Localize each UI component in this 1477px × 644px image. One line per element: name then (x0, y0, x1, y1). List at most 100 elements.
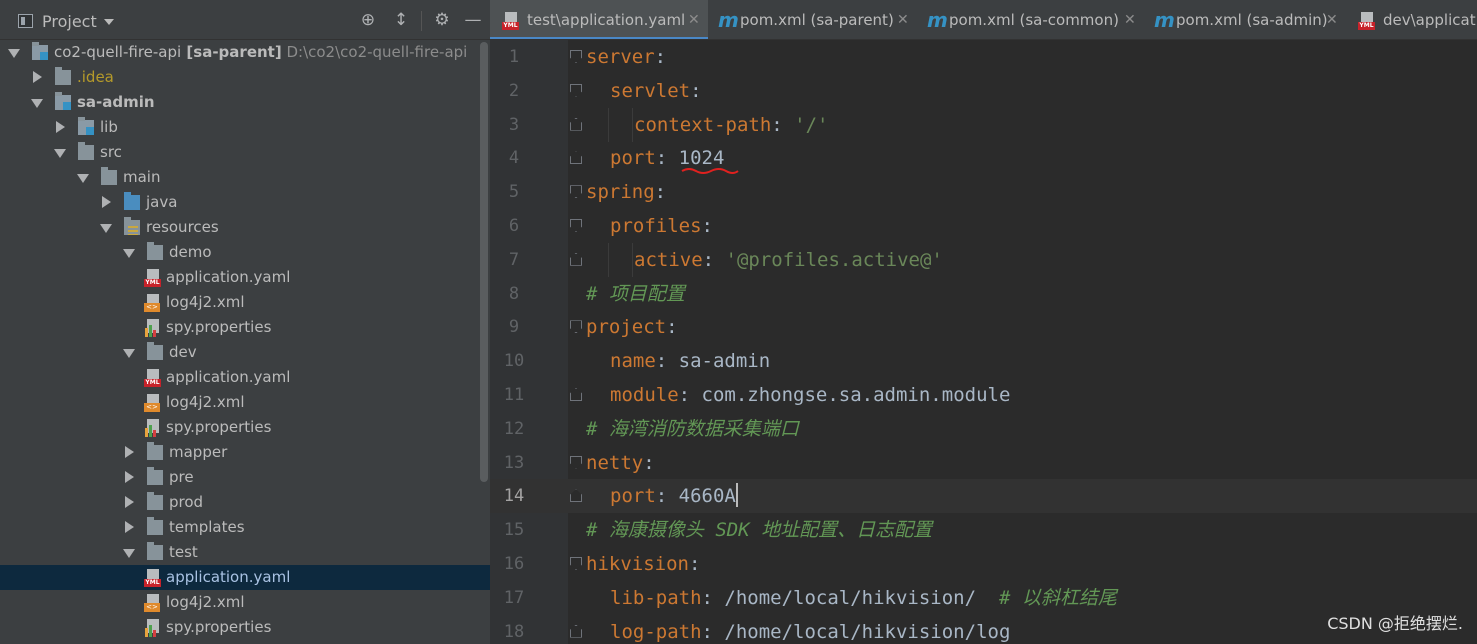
tree-node[interactable]: spy.properties (0, 615, 490, 640)
code-line[interactable]: 9 project: (490, 310, 1477, 344)
fold-open-icon[interactable] (570, 320, 582, 334)
tree-node-label: lib (100, 118, 118, 136)
expand-arrow-icon[interactable] (123, 549, 135, 558)
tree-scrollbar[interactable] (480, 42, 488, 482)
tree-node[interactable]: src (0, 140, 490, 165)
code-line[interactable]: 11 module: com.zhongse.sa.admin.module (490, 378, 1477, 412)
project-icon (18, 14, 33, 28)
editor-tab[interactable]: YML test\application.yaml ✕ (490, 0, 708, 39)
tree-node[interactable]: <> log4j2.xml (0, 390, 490, 415)
tree-node[interactable]: spy.properties (0, 315, 490, 340)
tree-node[interactable]: dev (0, 340, 490, 365)
tree-node[interactable]: prod (0, 490, 490, 515)
tree-node[interactable]: spy.properties (0, 415, 490, 440)
collapse-arrow-icon[interactable] (102, 196, 111, 208)
expand-arrow-icon[interactable] (123, 349, 135, 358)
fold-end-icon[interactable] (570, 117, 582, 131)
code-line[interactable]: 6 profiles: (490, 209, 1477, 243)
collapse-arrow-icon[interactable] (125, 471, 134, 483)
fold-end-icon[interactable] (570, 252, 582, 266)
tree-node[interactable]: <> log4j2.xml (0, 590, 490, 615)
editor-tab[interactable]: m pom.xml (sa-common) ✕ (917, 0, 1144, 39)
project-tree[interactable]: co2-quell-fire-api [sa-parent] D:\co2\co… (0, 40, 490, 644)
tree-node[interactable]: .idea (0, 65, 490, 90)
project-view-selector[interactable]: Project (42, 12, 97, 31)
close-icon[interactable]: ✕ (1326, 0, 1338, 39)
close-icon[interactable]: ✕ (1124, 0, 1136, 39)
code-line[interactable]: 8 # 项目配置 (490, 277, 1477, 311)
tree-node[interactable]: java (0, 190, 490, 215)
gear-icon[interactable]: ⚙ (433, 11, 451, 29)
tree-node[interactable]: <> log4j2.xml (0, 290, 490, 315)
close-icon[interactable]: ✕ (688, 0, 700, 39)
tree-node[interactable]: sa-admin (0, 90, 490, 115)
tree-node-label: templates (169, 518, 245, 536)
fold-open-icon[interactable] (570, 557, 582, 570)
yaml-key: netty (586, 451, 644, 474)
tree-node[interactable]: YML application.yaml (0, 365, 490, 390)
line-number: 17 (503, 587, 525, 608)
indent-guide (632, 107, 633, 142)
tree-node[interactable]: demo (0, 240, 490, 265)
fold-open-icon[interactable] (570, 185, 582, 199)
code-line[interactable]: 13 netty: (490, 446, 1477, 480)
collapse-icon[interactable]: ↕ (392, 11, 410, 29)
project-tool-window: Project ⊕ ↕ ⚙ — co2-quell-fire-api [sa-p… (0, 0, 490, 644)
fold-end-icon[interactable] (570, 388, 582, 401)
expand-arrow-icon[interactable] (123, 249, 135, 258)
java-folder-icon (124, 192, 140, 210)
collapse-arrow-icon[interactable] (125, 521, 134, 533)
tree-node[interactable]: mapper (0, 440, 490, 465)
fold-open-icon[interactable] (570, 219, 582, 232)
fold-open-icon[interactable] (570, 455, 582, 469)
tree-node[interactable]: test (0, 540, 490, 565)
code-text: server: (586, 40, 666, 74)
close-icon[interactable]: ✕ (897, 0, 909, 39)
editor-tab[interactable]: m pom.xml (sa-parent) ✕ (708, 0, 917, 39)
code-line[interactable]: 16 hikvision: (490, 547, 1477, 581)
tree-node[interactable]: templates (0, 515, 490, 540)
collapse-arrow-icon[interactable] (125, 446, 134, 458)
code-line[interactable]: 14 port: 4660A (490, 479, 1477, 514)
fold-end-icon[interactable] (570, 151, 582, 165)
expand-arrow-icon[interactable] (100, 224, 112, 233)
code-line[interactable]: 5 spring: (490, 175, 1477, 209)
minimize-icon[interactable]: — (464, 11, 482, 29)
collapse-arrow-icon[interactable] (56, 121, 65, 133)
code-line[interactable]: 10 name: sa-admin (490, 344, 1477, 378)
fold-open-icon[interactable] (570, 50, 582, 63)
fold-open-icon[interactable] (570, 83, 582, 97)
editor-tab[interactable]: m pom.xml (sa-admin) ✕ (1144, 0, 1346, 39)
fold-end-icon[interactable] (570, 624, 582, 638)
tree-node-label: spy.properties (166, 618, 272, 636)
code-line[interactable]: 1 server: (490, 40, 1477, 74)
code-line[interactable]: 3 context-path: '/' (490, 107, 1477, 142)
code-text: context-path: '/' (634, 108, 829, 142)
expand-arrow-icon[interactable] (31, 99, 43, 108)
code-line[interactable]: 7 active: '@profiles.active@' (490, 242, 1477, 277)
code-line[interactable]: 15 # 海康摄像头 SDK 地址配置、日志配置 (490, 513, 1477, 547)
expand-arrow-icon[interactable] (77, 174, 89, 183)
collapse-arrow-icon[interactable] (33, 71, 42, 83)
fold-end-icon[interactable] (570, 489, 582, 503)
code-line[interactable]: 12 # 海湾消防数据采集端口 (490, 412, 1477, 446)
tree-node[interactable]: co2-quell-fire-api [sa-parent] D:\co2\co… (0, 40, 490, 65)
tree-node[interactable]: resources (0, 215, 490, 240)
code-line[interactable]: 4 port: 1024 (490, 141, 1477, 175)
collapse-arrow-icon[interactable] (125, 496, 134, 508)
expand-arrow-icon[interactable] (8, 49, 20, 58)
expand-arrow-icon[interactable] (54, 149, 66, 158)
editor-tab[interactable]: YML dev\applicati (1346, 0, 1477, 39)
tree-node[interactable]: YML application.yaml (0, 265, 490, 290)
code-editor[interactable]: 1 server: 2 servlet: 3 context-path: '/' 4 port… (490, 40, 1477, 644)
chevron-down-icon[interactable] (104, 19, 114, 25)
code-line[interactable]: 2 servlet: (490, 74, 1477, 108)
tree-node[interactable]: YML application.yaml (0, 565, 490, 590)
yaml-comment: # 海湾消防数据采集端口 (586, 417, 799, 440)
tree-node[interactable]: lib (0, 115, 490, 140)
locate-icon[interactable]: ⊕ (359, 11, 377, 29)
yaml-separator: : (666, 316, 678, 339)
line-number: 12 (503, 418, 525, 439)
tree-node[interactable]: pre (0, 465, 490, 490)
tree-node[interactable]: main (0, 165, 490, 190)
